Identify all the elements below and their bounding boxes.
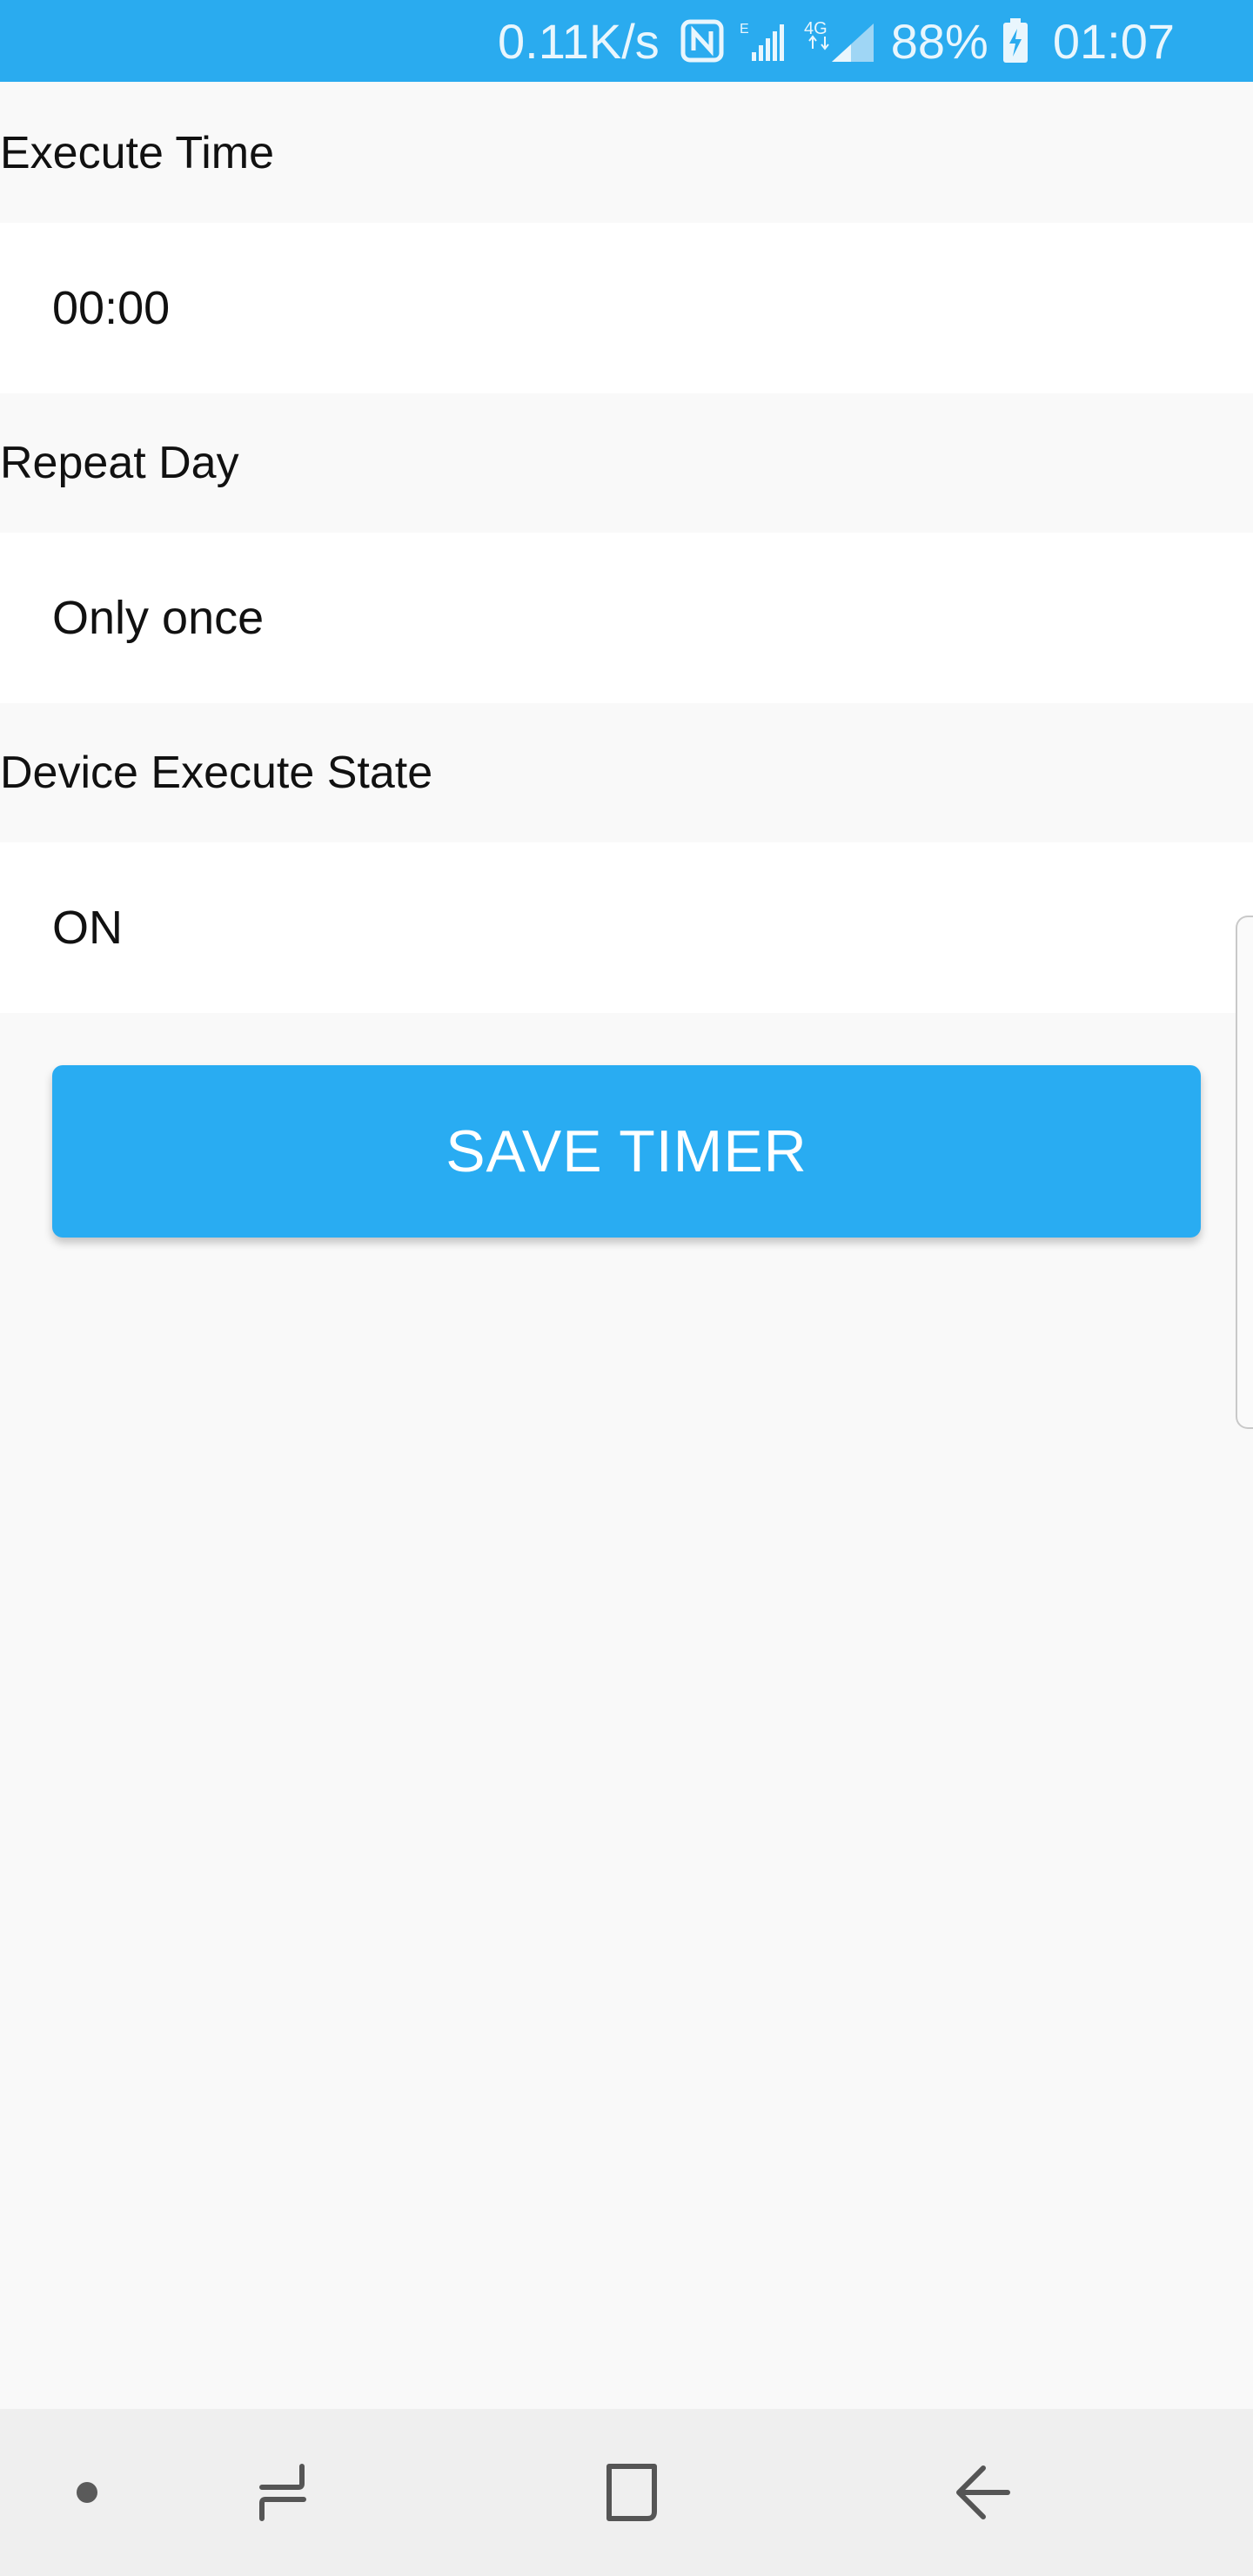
clock: 01:07: [1052, 13, 1175, 69]
execute-time-field[interactable]: 00:00: [0, 223, 1253, 393]
edge-panel-handle[interactable]: [1236, 916, 1253, 1429]
net-speed: 0.11K/s: [498, 13, 660, 69]
dot-icon[interactable]: [61, 2466, 113, 2519]
device-execute-state-field[interactable]: ON: [0, 842, 1253, 1013]
battery-percent: 88%: [890, 13, 988, 69]
signal-e-icon: E: [740, 19, 787, 63]
back-icon[interactable]: [940, 2449, 1027, 2536]
svg-text:E: E: [740, 22, 749, 37]
repeat-day-value: Only once: [52, 592, 265, 644]
execute-time-value: 00:00: [52, 282, 171, 334]
battery-charging-icon: [1002, 18, 1029, 64]
device-execute-state-value: ON: [52, 902, 123, 954]
signal-4g-icon: 4G: [802, 18, 875, 64]
execute-time-label: Execute Time: [0, 128, 275, 178]
repeat-day-label: Repeat Day: [0, 438, 239, 488]
recent-apps-icon[interactable]: [235, 2449, 331, 2536]
svg-text:4G: 4G: [804, 19, 828, 38]
save-timer-button[interactable]: SAVE TIMER: [52, 1065, 1201, 1238]
status-bar: 0.11K/s E 4G 88% 01:07: [0, 0, 1253, 82]
nfc-icon: [680, 19, 724, 63]
repeat-day-field[interactable]: Only once: [0, 533, 1253, 703]
home-icon[interactable]: [588, 2449, 675, 2536]
navigation-bar: [0, 2409, 1253, 2576]
device-execute-state-label: Device Execute State: [0, 748, 433, 798]
